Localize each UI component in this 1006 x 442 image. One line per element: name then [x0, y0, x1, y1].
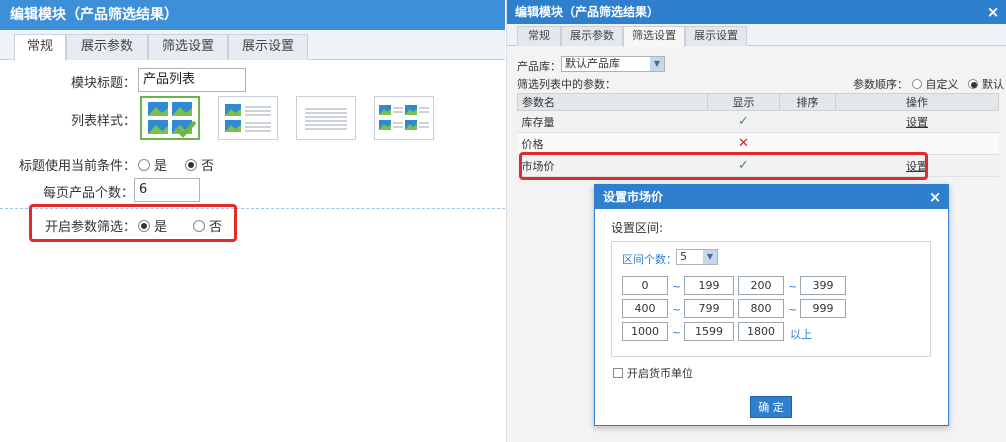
range-2-max-input[interactable]: 399: [800, 276, 846, 295]
order-default-option[interactable]: 默认: [968, 78, 1004, 91]
range-4-min-input[interactable]: 800: [738, 299, 784, 318]
right-tab-general[interactable]: 常规: [517, 26, 561, 46]
double-column-list-icon: [379, 105, 429, 130]
header-param-name: 参数名: [517, 93, 708, 111]
text-list-icon: [305, 108, 347, 130]
param-filter-radio-group: 是 否: [138, 216, 236, 235]
checkbox-icon: [613, 368, 623, 378]
image-grid-icon: [148, 102, 197, 138]
table-header-row: 参数名 显示 排序 操作: [517, 93, 999, 111]
list-style-double-column-option[interactable]: [374, 96, 434, 140]
radio-icon: [138, 159, 150, 171]
range-separator: ~: [672, 326, 682, 339]
range-6-min-input[interactable]: 1800: [738, 322, 784, 341]
param-filter-label: 开启参数筛选：: [44, 220, 136, 235]
left-panel: 编辑模块（产品筛选结果） 常规 展示参数 筛选设置 展示设置 模块标题： 产品列…: [0, 0, 505, 442]
range-4-max-input[interactable]: 999: [800, 299, 846, 318]
table-row: 库存量 ✓ 设置: [517, 110, 999, 133]
currency-checkbox-option[interactable]: 开启货币单位: [613, 365, 693, 381]
left-tab-display-settings[interactable]: 展示设置: [228, 34, 308, 60]
left-tab-display-params[interactable]: 展示参数: [66, 34, 148, 60]
range-above-label: 以上: [790, 328, 812, 341]
list-style-label: 列表样式：: [70, 114, 136, 129]
market-price-highlight: [519, 152, 928, 180]
left-tab-filter-settings[interactable]: 筛选设置: [148, 34, 228, 60]
range-2-min-input[interactable]: 200: [738, 276, 784, 295]
list-style-text-option[interactable]: [296, 96, 356, 140]
row-settings-link[interactable]: 设置: [835, 110, 999, 133]
list-style-grid-option[interactable]: [140, 96, 200, 140]
module-title-input[interactable]: 产品列表: [138, 68, 246, 92]
right-window-title: 编辑模块（产品筛选结果）: [507, 0, 1006, 24]
range-separator: ~: [672, 303, 682, 316]
left-window-title: 编辑模块（产品筛选结果）: [0, 0, 505, 30]
right-tab-display-params[interactable]: 展示参数: [561, 26, 623, 46]
row-sort-cell: [779, 110, 836, 133]
range-3-min-input[interactable]: 400: [622, 299, 668, 318]
right-tab-bar: 常规 展示参数 筛选设置 展示设置: [507, 24, 1006, 47]
range-5-min-input[interactable]: 1000: [622, 322, 668, 341]
dialog-title: 设置市场价: [595, 185, 948, 209]
param-order-label: 参数顺序：: [853, 78, 908, 91]
left-tab-bar: 常规 展示参数 筛选设置 展示设置: [0, 30, 505, 61]
right-close-icon[interactable]: ×: [983, 2, 1003, 22]
header-operation: 操作: [835, 93, 999, 111]
param-filter-no-label: 否: [209, 220, 223, 235]
visible-check-icon[interactable]: ✓: [707, 110, 780, 133]
market-price-dialog: 设置市场价 × 设置区间: 区间个数： 5 ▼ 0 ~ 199 200 ~ 39…: [594, 184, 949, 426]
radio-selected-icon: [138, 220, 150, 232]
radio-icon: [911, 79, 922, 89]
ok-button[interactable]: 确 定: [750, 396, 792, 418]
use-condition-yes-option[interactable]: 是: [138, 159, 167, 174]
use-condition-label: 标题使用当前条件：: [18, 159, 136, 174]
per-page-label: 每页产品个数：: [42, 186, 134, 201]
radio-selected-icon: [968, 79, 978, 89]
param-filter-no-option[interactable]: 否: [193, 220, 222, 235]
chevron-down-icon: ▼: [703, 250, 717, 264]
count-select[interactable]: 5 ▼: [676, 249, 718, 265]
right-tab-filter-settings[interactable]: 筛选设置: [623, 26, 685, 47]
order-custom-option[interactable]: 自定义: [911, 78, 959, 91]
currency-label: 开启货币单位: [627, 367, 693, 380]
dialog-close-icon[interactable]: ×: [925, 187, 945, 207]
range-separator: ~: [672, 280, 682, 293]
params-in-list-label: 筛选列表中的参数：: [517, 78, 616, 91]
range-5-max-input[interactable]: 1599: [684, 322, 734, 341]
use-condition-no-label: 否: [201, 159, 215, 174]
library-select-value: 默认产品库: [565, 57, 620, 70]
row-param-name: 库存量: [517, 110, 708, 133]
order-default-label: 默认: [982, 78, 1004, 91]
range-3-max-input[interactable]: 799: [684, 299, 734, 318]
range-separator: ~: [788, 280, 798, 293]
right-tab-display-settings[interactable]: 展示设置: [685, 26, 747, 46]
module-title-label: 模块标题：: [70, 76, 136, 91]
header-visible: 显示: [707, 93, 780, 111]
param-filter-yes-label: 是: [154, 220, 168, 235]
count-select-value: 5: [680, 250, 687, 263]
range-box: 区间个数： 5 ▼ 0 ~ 199 200 ~ 399 400 ~ 799 80…: [611, 241, 931, 357]
chevron-down-icon: ▼: [650, 57, 664, 71]
range-label: 设置区间:: [611, 221, 664, 235]
param-filter-yes-option[interactable]: 是: [138, 220, 167, 235]
left-tab-general[interactable]: 常规: [14, 34, 66, 61]
image-text-list-icon: [225, 104, 271, 132]
range-1-max-input[interactable]: 199: [684, 276, 734, 295]
library-label: 产品库：: [517, 60, 561, 73]
range-1-min-input[interactable]: 0: [622, 276, 668, 295]
range-separator: ~: [788, 303, 798, 316]
radio-selected-icon: [185, 159, 198, 171]
use-condition-no-option[interactable]: 否: [185, 159, 214, 174]
use-condition-radio-group: 是 否: [138, 155, 228, 174]
library-select[interactable]: 默认产品库 ▼: [561, 56, 665, 72]
param-order-group: 参数顺序： 自定义 默认: [853, 76, 1004, 92]
header-sort: 排序: [779, 93, 836, 111]
list-style-image-text-option[interactable]: [218, 96, 278, 140]
count-label: 区间个数：: [622, 253, 677, 266]
radio-icon: [193, 220, 206, 232]
order-custom-label: 自定义: [925, 78, 959, 91]
use-condition-yes-label: 是: [154, 159, 168, 174]
per-page-input[interactable]: 6: [134, 178, 200, 202]
